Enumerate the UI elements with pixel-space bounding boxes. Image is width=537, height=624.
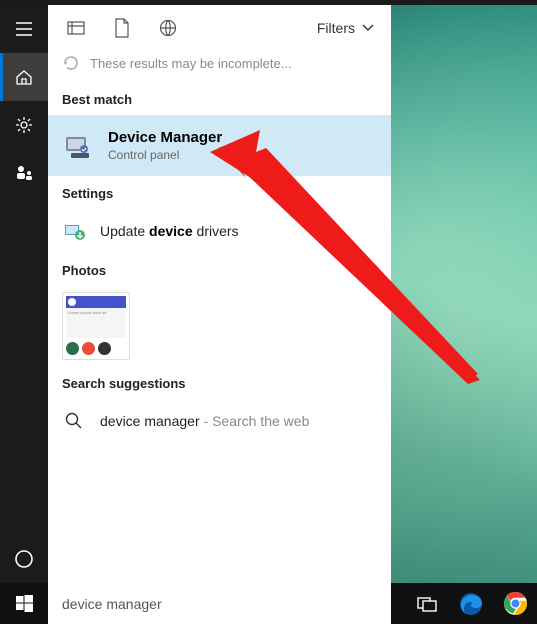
settings-result-text: Update device drivers: [100, 223, 239, 239]
best-match-title: Device Manager: [108, 129, 222, 146]
chrome-icon: [503, 591, 528, 616]
task-view-button[interactable]: [405, 583, 449, 624]
edge-icon: [458, 591, 484, 617]
chrome-browser-button[interactable]: [493, 583, 537, 624]
update-drivers-icon: [62, 219, 86, 243]
hamburger-icon: [15, 20, 33, 38]
device-manager-icon: [62, 130, 94, 162]
settings-result[interactable]: Update device drivers: [48, 209, 391, 253]
best-match-header: Best match: [48, 82, 391, 115]
filters-label: Filters: [317, 20, 355, 36]
panel-header: Filters: [48, 5, 391, 50]
home-icon: [15, 68, 33, 86]
settings-header: Settings: [48, 176, 391, 209]
rail-home-button[interactable]: [0, 53, 48, 101]
task-view-icon: [417, 596, 437, 612]
search-results-panel: Filters These results may be incomplete.…: [48, 5, 391, 583]
chevron-down-icon: [361, 23, 375, 33]
incomplete-results-notice: These results may be incomplete...: [48, 50, 391, 82]
rail-feedback-button[interactable]: [0, 149, 48, 197]
suggestions-header: Search suggestions: [48, 366, 391, 399]
apps-icon: [67, 19, 85, 37]
taskbar-search-box[interactable]: device manager: [48, 583, 391, 624]
web-suggestion[interactable]: device manager - Search the web: [48, 399, 391, 443]
suggestion-text: device manager - Search the web: [100, 413, 309, 429]
scope-apps-button[interactable]: [56, 8, 96, 48]
rail-cortana-button[interactable]: [0, 535, 48, 583]
rail-menu-button[interactable]: [0, 5, 48, 53]
gear-icon: [15, 116, 33, 134]
photos-result-thumb[interactable]: Lorem ipsum dolor sit: [62, 292, 130, 360]
feedback-icon: [15, 164, 33, 182]
edge-browser-button[interactable]: [449, 583, 493, 624]
scope-documents-button[interactable]: [102, 8, 142, 48]
globe-icon: [159, 19, 177, 37]
photos-header: Photos: [48, 253, 391, 286]
best-match-result[interactable]: Device Manager Control panel: [48, 115, 391, 176]
start-button[interactable]: [0, 583, 48, 624]
cortana-left-rail: [0, 5, 48, 583]
taskbar: device manager: [0, 583, 537, 624]
refresh-icon: [62, 54, 80, 72]
windows-logo-icon: [16, 595, 33, 612]
rail-settings-button[interactable]: [0, 101, 48, 149]
best-match-subtitle: Control panel: [108, 148, 222, 162]
filters-dropdown[interactable]: Filters: [317, 20, 383, 36]
scope-web-button[interactable]: [148, 8, 188, 48]
incomplete-text: These results may be incomplete...: [90, 56, 292, 71]
document-icon: [114, 18, 130, 38]
search-icon: [62, 409, 86, 433]
cortana-circle-icon: [14, 549, 34, 569]
search-query-text: device manager: [62, 596, 162, 612]
